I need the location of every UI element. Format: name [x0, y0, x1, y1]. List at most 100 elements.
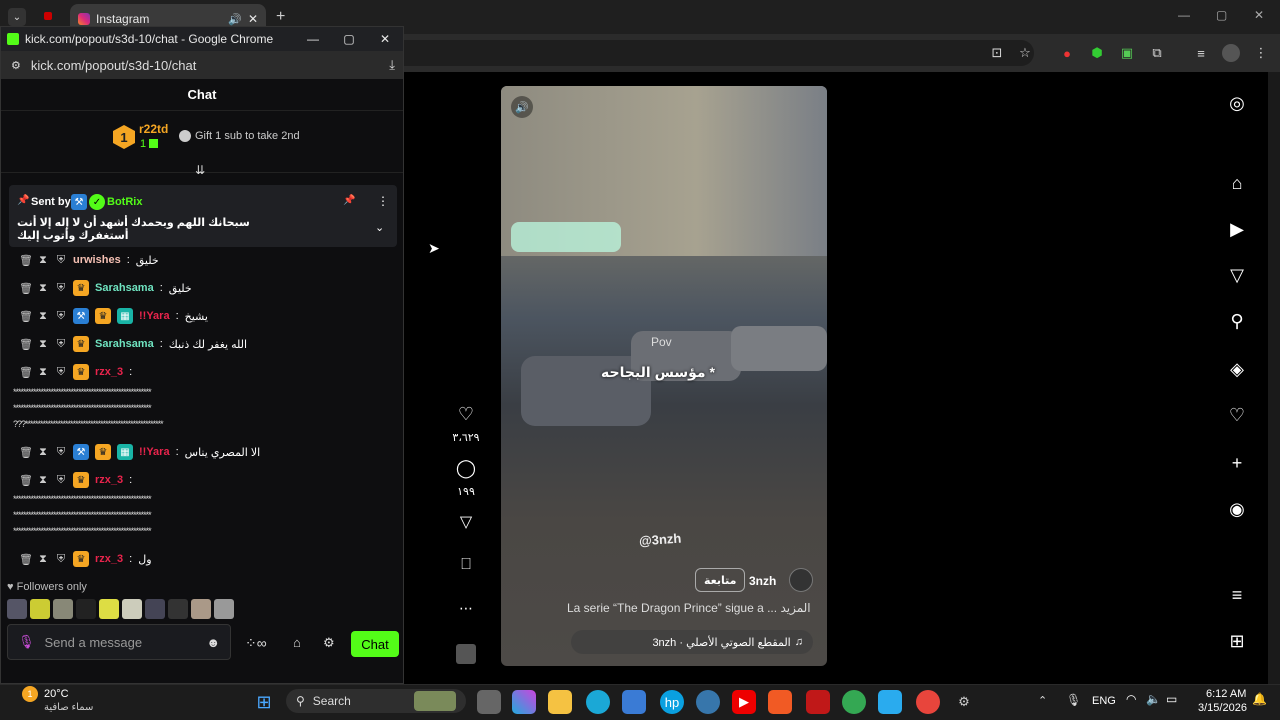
settings-gear-icon[interactable]: ⚙ — [323, 635, 335, 651]
avatar[interactable] — [145, 599, 165, 619]
battery-icon[interactable]: ▭ — [1166, 692, 1177, 706]
telegram-icon[interactable] — [878, 690, 902, 714]
notifications-heart-icon[interactable]: ♡ — [1226, 404, 1248, 426]
audio-thumbnail[interactable] — [456, 644, 476, 664]
popout-urlbar[interactable]: ⚙ kick.com/popout/s3d-10/chat ⤓ — [1, 51, 403, 79]
media-controls-icon[interactable]: ≡ — [1192, 44, 1210, 62]
tray-chevron-icon[interactable]: ⌃ — [1038, 694, 1047, 707]
youtube-tab-icon[interactable] — [44, 12, 52, 20]
leader-name[interactable]: r22td — [139, 122, 168, 136]
hp-icon[interactable]: hp — [660, 690, 684, 714]
timeout-icon[interactable]: ⧗ — [37, 366, 49, 379]
reel-caption[interactable]: La serie “The Dragon Prince” sigue a ...… — [567, 601, 811, 615]
avatar[interactable] — [76, 599, 96, 619]
delete-icon[interactable]: 🗑 — [19, 310, 33, 323]
settings-icon[interactable]: ⚙ — [952, 690, 976, 714]
more-options-icon[interactable]: ⋯ — [448, 600, 484, 617]
brave-icon[interactable] — [768, 690, 792, 714]
ban-icon[interactable]: ⛨ — [55, 474, 67, 487]
timeout-icon[interactable]: ⧗ — [37, 474, 49, 487]
timeout-icon[interactable]: ⧗ — [37, 446, 49, 459]
popout-minimize-button[interactable]: — — [295, 32, 331, 46]
delete-icon[interactable]: 🗑 — [19, 282, 33, 295]
apps-grid-icon[interactable]: ⊞ — [1226, 630, 1248, 652]
extension-red-icon[interactable]: ● — [1058, 44, 1076, 62]
delete-icon[interactable]: 🗑 — [19, 366, 33, 379]
share-button[interactable]: ▽ — [448, 512, 484, 532]
emoji-icon[interactable]: ☻ — [206, 635, 220, 650]
avatar[interactable] — [99, 599, 119, 619]
timeout-icon[interactable]: ⧗ — [37, 338, 49, 351]
avatar[interactable] — [30, 599, 50, 619]
avatar[interactable] — [168, 599, 188, 619]
weather-icon[interactable]: 1 — [22, 686, 38, 702]
ban-icon[interactable]: ⛨ — [55, 254, 67, 267]
taskbar-search[interactable]: ⚲ Search — [286, 689, 466, 713]
expand-pinned-icon[interactable]: ⌄ — [375, 221, 384, 234]
popout-maximize-button[interactable]: ▢ — [331, 32, 367, 46]
maximize-button[interactable]: ▢ — [1216, 8, 1227, 22]
delete-icon[interactable]: 🗑 — [19, 446, 33, 459]
avatar[interactable] — [214, 599, 234, 619]
author-avatar[interactable] — [789, 568, 813, 592]
delete-icon[interactable]: 🗑 — [19, 254, 33, 267]
delete-icon[interactable]: 🗑 — [19, 338, 33, 351]
task-view-icon[interactable] — [477, 690, 501, 714]
follow-button[interactable]: متابعة — [695, 568, 746, 592]
store-icon[interactable]: ⌂ — [293, 635, 301, 650]
like-button[interactable]: ♡ — [448, 404, 484, 425]
timeout-icon[interactable]: ⧗ — [37, 310, 49, 323]
wifi-icon[interactable]: ◠ — [1126, 692, 1136, 706]
ban-icon[interactable]: ⛨ — [55, 553, 67, 566]
site-info-icon[interactable]: ⚙ — [11, 59, 21, 72]
youtube-icon[interactable]: ▶ — [732, 690, 756, 714]
file-explorer-icon[interactable] — [548, 690, 572, 714]
popout-close-button[interactable]: ✕ — [367, 32, 403, 46]
home-icon[interactable]: ⌂ — [1226, 172, 1248, 194]
mcafee-icon[interactable] — [806, 690, 830, 714]
chat-username[interactable]: !!Yara — [139, 446, 170, 458]
address-bar[interactable] — [404, 40, 1034, 66]
minimize-button[interactable]: — — [1178, 8, 1190, 22]
ban-icon[interactable]: ⛨ — [55, 366, 67, 379]
pinned-more-icon[interactable]: ⋮ — [377, 194, 389, 208]
mute-toggle-icon[interactable]: 🔊 — [511, 96, 533, 118]
ban-icon[interactable]: ⛨ — [55, 446, 67, 459]
gift-cta[interactable]: Gift 1 sub to take 2nd — [195, 130, 300, 142]
avatar[interactable] — [191, 599, 211, 619]
send-chat-button[interactable]: Chat — [351, 631, 399, 657]
chat-username[interactable]: rzx_3 — [95, 474, 123, 486]
pinned-sender[interactable]: BotRix — [107, 196, 142, 208]
store-icon[interactable] — [622, 690, 646, 714]
chat-username[interactable]: rzx_3 — [95, 366, 123, 378]
delete-icon[interactable]: 🗑 — [19, 553, 33, 566]
extension-green-icon[interactable]: ▣ — [1118, 44, 1136, 62]
avatar[interactable] — [122, 599, 142, 619]
timeout-icon[interactable]: ⧗ — [37, 282, 49, 295]
clock-date[interactable]: 3/15/2026 — [1198, 702, 1247, 714]
tab-list-dropdown[interactable]: ⌄ — [8, 8, 26, 26]
chat-username[interactable]: rzx_3 — [95, 553, 123, 565]
instagram-logo-icon[interactable]: ◎ — [1226, 92, 1248, 114]
python-icon[interactable] — [696, 690, 720, 714]
reel-username[interactable]: 3nzh — [749, 574, 776, 588]
scroll-down-icon[interactable]: ⇊ — [195, 163, 205, 177]
chat-username[interactable]: urwishes — [73, 254, 121, 266]
timeout-icon[interactable]: ⧗ — [37, 254, 49, 267]
timeout-icon[interactable]: ⧗ — [37, 553, 49, 566]
explore-icon[interactable]: ◈ — [1226, 358, 1248, 380]
download-icon[interactable]: ⤓ — [389, 57, 395, 73]
chat-username[interactable]: Sarahsama — [95, 338, 154, 350]
microphone-tray-icon[interactable]: 🎙 — [1066, 693, 1081, 707]
save-bookmark-icon[interactable]: ⎕ — [448, 556, 484, 574]
page-scrollbar[interactable] — [1268, 72, 1280, 684]
chat-username[interactable]: Sarahsama — [95, 282, 154, 294]
profile-icon[interactable]: ◉ — [1226, 498, 1248, 520]
chrome-icon[interactable] — [842, 690, 866, 714]
ban-icon[interactable]: ⛨ — [55, 282, 67, 295]
comment-button[interactable]: ◯ — [448, 458, 484, 479]
speaker-icon[interactable]: 🔊 — [228, 13, 242, 26]
messages-icon[interactable]: ▽ — [1226, 264, 1248, 286]
reel-video[interactable]: 🔊 Pov مؤسس البجاحه * @3nzh متابعة 3nzh L… — [501, 86, 827, 666]
chrome-menu-icon[interactable]: ⋮ — [1252, 44, 1270, 62]
